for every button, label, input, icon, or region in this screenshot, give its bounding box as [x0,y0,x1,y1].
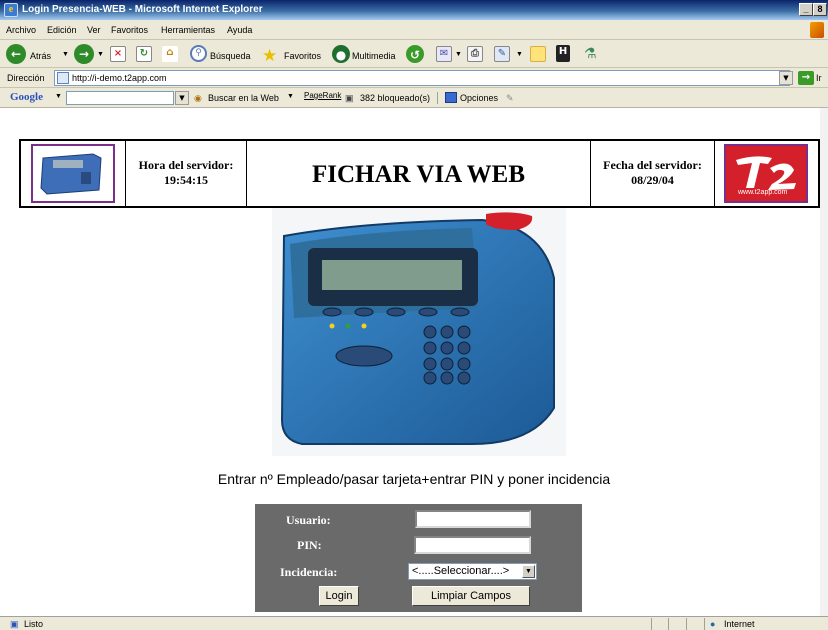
status-bar: ▣ Listo ● Internet [0,616,828,630]
device-thumbnail [31,144,115,203]
options-icon [445,92,457,103]
security-zone-text: Internet [724,619,755,629]
status-divider [704,618,705,630]
status-divider [651,618,652,630]
device-thumbnail-cell [21,141,126,206]
standard-toolbar: ← Atrás ▼ → ▼ × ↻ ⌂ ⚲ Búsqueda ★ Favorit… [0,40,828,68]
title-cell: FICHAR VIA WEB [247,141,591,206]
pin-label: PIN: [297,538,322,552]
menu-archivo[interactable]: Archivo [6,25,36,35]
t2-logo: www.t2app.com [724,144,808,203]
forward-arrow-icon[interactable]: → [74,44,94,64]
login-form: Usuario: PIN: Incidencia: <.....Seleccio… [255,504,582,612]
username-label: Usuario: [286,513,331,527]
google-toolbar: Google ▼ ▼ ◉ Buscar en la Web ▼ PageRank… [0,88,828,108]
username-input[interactable] [415,510,531,528]
status-divider [686,618,687,630]
search-button-label[interactable]: Búsqueda [210,51,251,61]
time-clock-terminal-image [272,208,566,456]
multimedia-button-label[interactable]: Multimedia [352,51,396,61]
multimedia-icon[interactable]: ● [332,45,350,63]
go-button-label[interactable]: Ir [816,73,822,83]
address-dropdown-button[interactable]: ▼ [779,71,793,85]
ie-icon: e [4,3,18,17]
minimize-button[interactable]: _ [799,3,813,16]
server-time-cell: Hora del servidor: 19:54:15 [126,141,247,206]
pin-input[interactable] [414,536,531,554]
page-icon [57,72,69,84]
binoculars-icon: ◉ [194,93,202,103]
address-input[interactable]: http://i-demo.t2app.com [54,70,790,86]
menu-ver[interactable]: Ver [87,25,101,35]
server-date-cell: Fecha del servidor: 08/29/04 [591,141,715,206]
edit-dropdown-icon[interactable]: ▼ [516,51,523,58]
address-url[interactable]: http://i-demo.t2app.com [72,73,167,83]
header-table: Hora del servidor: 19:54:15 FICHAR VIA W… [19,139,820,208]
clear-fields-button[interactable]: Limpiar Campos [412,586,530,606]
menu-herramientas[interactable]: Herramientas [161,25,215,35]
history-icon[interactable]: ↺ [406,45,424,63]
incident-selected-value: <.....Seleccionar....> [412,565,510,577]
home-icon[interactable]: ⌂ [162,46,178,62]
messenger-icon[interactable]: ⚗ [584,46,597,62]
print-icon[interactable]: ⎙ [467,46,483,62]
server-time-label: Hora del servidor: [138,158,234,172]
google-options-button[interactable]: Opciones [460,93,498,103]
stop-icon[interactable]: × [110,46,126,62]
window-title-bar[interactable]: e Login Presencia-WEB - Microsoft Intern… [0,0,828,20]
google-search-web-button[interactable]: Buscar en la Web [208,93,279,103]
mail-icon[interactable]: ✉ [436,46,452,62]
search-web-dropdown-icon[interactable]: ▼ [287,93,294,100]
popup-blocked-count[interactable]: 382 bloqueado(s) [360,93,430,103]
page-done-icon: ▣ [10,619,19,629]
incident-dropdown-arrow-icon[interactable]: ▼ [522,565,535,578]
logo-cell: www.t2app.com [715,141,818,206]
back-arrow-icon[interactable]: ← [6,44,26,64]
login-button[interactable]: Login [319,586,359,606]
highlighter-icon[interactable]: ✎ [506,93,514,104]
page-scrollbar[interactable] [820,108,828,616]
logo-url-text: www.t2app.com [738,189,788,196]
address-bar: Dirección http://i-demo.t2app.com ▼ → Ir [0,68,828,88]
menu-edicion[interactable]: Edición [47,25,77,35]
maximize-button[interactable]: 8 [813,3,827,16]
favorites-star-icon[interactable]: ★ [262,46,277,66]
instructions-text: Entrar nº Empleado/pasar tarjeta+entrar … [217,471,611,487]
back-button-label[interactable]: Atrás [30,51,51,61]
address-label: Dirección [7,73,45,83]
google-search-input[interactable] [66,91,174,105]
go-arrow-icon[interactable]: → [798,71,814,85]
edit-icon[interactable]: ✎ [494,46,510,62]
refresh-icon[interactable]: ↻ [136,46,152,62]
back-dropdown-icon[interactable]: ▼ [62,51,69,58]
forward-dropdown-icon[interactable]: ▼ [97,51,104,58]
pagerank-indicator[interactable]: PageRank [304,91,341,100]
incident-label: Incidencia: [280,565,338,579]
page-title: FICHAR VIA WEB [311,161,525,188]
discuss-icon[interactable] [530,46,546,62]
window-title: Login Presencia-WEB - Microsoft Internet… [22,4,263,15]
windows-logo-icon [810,22,824,38]
google-menu-dropdown-icon[interactable]: ▼ [55,93,62,100]
terminal-thumbnail-image [33,146,113,201]
server-date-label: Fecha del servidor: [603,158,702,172]
google-search-dropdown-button[interactable]: ▼ [175,91,189,105]
google-bar-separator [437,92,438,104]
server-time-value: 19:54:15 [164,173,208,187]
google-logo[interactable]: Google [10,91,43,103]
mail-dropdown-icon[interactable]: ▼ [455,51,462,58]
status-text: Listo [24,619,44,629]
menu-bar: Archivo Edición Ver Favoritos Herramient… [0,20,828,40]
favorites-button-label[interactable]: Favoritos [284,51,321,61]
h-toolbar-icon[interactable]: H [556,45,570,62]
popup-blocker-icon: ▣ [345,93,354,103]
incident-select[interactable]: <.....Seleccionar....> ▼ [408,563,537,580]
menu-favoritos[interactable]: Favoritos [111,25,148,35]
search-icon[interactable]: ⚲ [190,45,207,62]
menu-ayuda[interactable]: Ayuda [227,25,252,35]
status-divider [668,618,669,630]
terminal-illustration [272,208,566,456]
server-date-value: 08/29/04 [631,173,674,187]
internet-zone-icon: ● [710,619,716,629]
